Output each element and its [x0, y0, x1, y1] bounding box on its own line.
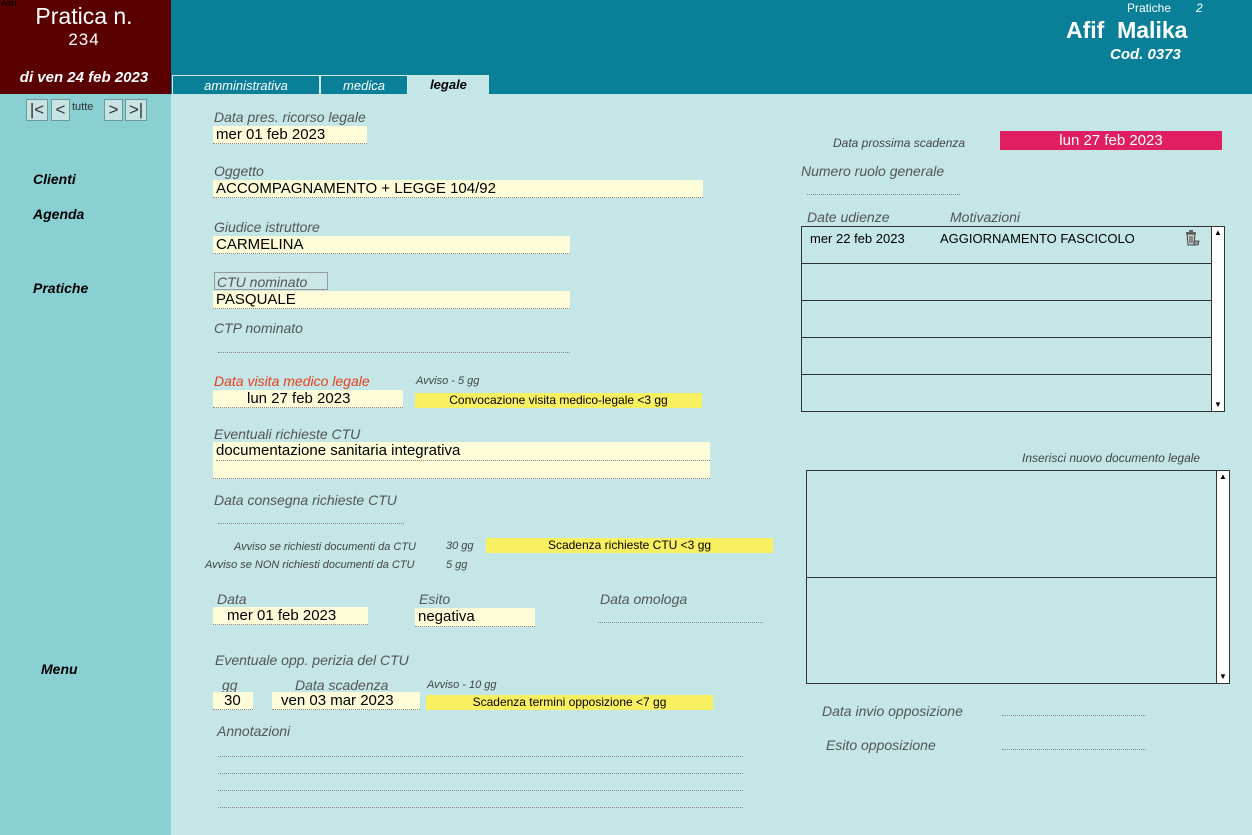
avviso-no-label: Avviso se NON richiesti documenti da CTU — [205, 559, 415, 571]
perizia-label: Eventuale opp. perizia del CTU — [215, 652, 409, 668]
scadenza-label: Data scadenza — [295, 677, 389, 693]
table-row[interactable] — [802, 301, 1212, 338]
pratica-number: 234 — [68, 30, 100, 49]
visita-avviso: Avviso - 5 gg — [416, 375, 480, 387]
nav-all-button[interactable]: tutte — [72, 101, 93, 113]
prossima-scadenza-label: Data prossima scadenza — [833, 136, 966, 150]
trash-icon[interactable] — [1182, 228, 1202, 248]
consegna-field[interactable] — [218, 508, 404, 524]
esito-opposizione-field[interactable] — [1002, 734, 1146, 750]
pratiche-count: 2 — [1196, 1, 1203, 15]
avviso-no-value: 5 gg — [446, 559, 468, 571]
hearings-scrollbar[interactable]: ▲ ▼ — [1211, 227, 1224, 411]
invio-opposizione-field[interactable] — [1002, 700, 1146, 716]
ctu-field[interactable]: PASQUALE — [213, 291, 570, 309]
udienze-header: Date udienze — [807, 209, 890, 225]
data-field[interactable]: mer 01 feb 2023 — [213, 607, 368, 625]
oggetto-label: Oggetto — [214, 163, 264, 179]
hearings-list[interactable]: mer 22 feb 2023 AGGIORNAMENTO FASCICOLO … — [801, 226, 1225, 412]
nav-next-button[interactable]: > — [104, 99, 123, 121]
annotazioni-line — [218, 757, 743, 774]
esito-field[interactable]: negativa — [415, 608, 535, 627]
invio-opposizione-label: Data invio opposizione — [822, 703, 963, 719]
scroll-up-icon[interactable]: ▲ — [1212, 227, 1224, 239]
gg-field[interactable]: 30 — [213, 692, 253, 710]
table-row[interactable] — [802, 375, 1212, 412]
ricorso-field[interactable]: mer 01 feb 2023 — [213, 126, 367, 144]
avviso-si-note: Scadenza richieste CTU <3 gg — [486, 538, 773, 553]
giudice-field[interactable]: CARMELINA — [213, 236, 570, 254]
visita-label: Data visita medico legale — [214, 373, 370, 389]
client-name: Afif Malika — [1066, 17, 1188, 43]
ctu-label: CTU nominato — [217, 274, 308, 290]
ruolo-field[interactable] — [807, 179, 960, 195]
nav-first-button[interactable]: |< — [26, 99, 48, 121]
avviso-si-label: Avviso se richiesti documenti da CTU — [234, 541, 416, 553]
pratica-title: Pratica n. — [35, 3, 133, 29]
ctp-field[interactable] — [218, 337, 570, 353]
sidebar — [0, 94, 171, 835]
omologa-field[interactable] — [598, 607, 763, 623]
sidebar-item-clienti[interactable]: Clienti — [33, 171, 76, 187]
consegna-label: Data consegna richieste CTU — [214, 492, 397, 508]
omologa-label: Data omologa — [600, 591, 688, 607]
ruolo-label: Numero ruolo generale — [801, 163, 945, 179]
richieste-text: documentazione sanitaria integrativa — [216, 442, 710, 461]
list-item[interactable] — [807, 578, 1217, 683]
annotazioni-field[interactable] — [218, 740, 743, 810]
esito-label: Esito — [419, 591, 451, 607]
richieste-label: Eventuali richieste CTU — [214, 426, 361, 442]
gg-label: gg — [222, 677, 238, 693]
annotazioni-line — [218, 740, 743, 757]
giudice-label: Giudice istruttore — [214, 219, 320, 235]
nav-last-button[interactable]: >| — [125, 99, 147, 121]
pratica-date: di ven 24 feb 2023 — [19, 69, 149, 86]
ricorso-label: Data pres. ricorso legale — [214, 109, 366, 125]
tab-legale[interactable]: legale — [408, 75, 489, 94]
scroll-down-icon[interactable]: ▼ — [1212, 399, 1224, 411]
scroll-down-icon[interactable]: ▼ — [1217, 671, 1229, 683]
hearing-reason: AGGIORNAMENTO FASCICOLO — [940, 231, 1135, 246]
annotazioni-label: Annotazioni — [217, 723, 291, 739]
data-label: Data — [217, 591, 247, 607]
list-item[interactable] — [807, 471, 1217, 578]
table-row[interactable] — [802, 264, 1212, 301]
esito-opposizione-label: Esito opposizione — [826, 737, 936, 753]
sidebar-item-agenda[interactable]: Agenda — [33, 206, 84, 222]
tab-amministrativa[interactable]: amministrativa — [172, 75, 320, 94]
pratiche-label: Pratiche — [1127, 1, 1172, 15]
sidebar-item-pratiche[interactable]: Pratiche — [33, 280, 88, 296]
richieste-field[interactable]: documentazione sanitaria integrativa — [213, 442, 710, 479]
scroll-up-icon[interactable]: ▲ — [1217, 471, 1229, 483]
tab-medica[interactable]: medica — [320, 75, 408, 94]
client-code: Cod. 0373 — [1110, 46, 1181, 63]
scadenza-avviso: Avviso - 10 gg — [427, 679, 497, 691]
documenti-list[interactable]: ▲ ▼ — [806, 470, 1230, 684]
sidebar-item-menu[interactable]: Menu — [41, 661, 78, 677]
scadenza-note: Scadenza termini opposizione <7 gg — [426, 695, 713, 710]
table-row[interactable] — [802, 338, 1212, 375]
nav-prev-button[interactable]: < — [51, 99, 70, 121]
scadenza-field[interactable]: ven 03 mar 2023 — [272, 692, 420, 710]
table-row[interactable]: mer 22 feb 2023 AGGIORNAMENTO FASCICOLO — [802, 227, 1212, 264]
hearing-date: mer 22 feb 2023 — [810, 231, 905, 246]
annotazioni-line — [218, 791, 743, 808]
motivazioni-header: Motivazioni — [950, 209, 1021, 225]
prossima-scadenza-value: lun 27 feb 2023 — [1000, 131, 1222, 150]
documenti-scrollbar[interactable]: ▲ ▼ — [1216, 471, 1229, 683]
nuovo-documento-label: Inserisci nuovo documento legale — [1022, 451, 1201, 465]
annotazioni-line — [218, 774, 743, 791]
visita-field[interactable]: lun 27 feb 2023 — [213, 390, 403, 408]
visita-note: Convocazione visita medico-legale <3 gg — [415, 393, 702, 408]
avviso-si-value: 30 gg — [446, 540, 474, 552]
oggetto-field[interactable]: ACCOMPAGNAMENTO + LEGGE 104/92 — [213, 180, 703, 198]
ctp-label: CTP nominato — [214, 320, 303, 336]
